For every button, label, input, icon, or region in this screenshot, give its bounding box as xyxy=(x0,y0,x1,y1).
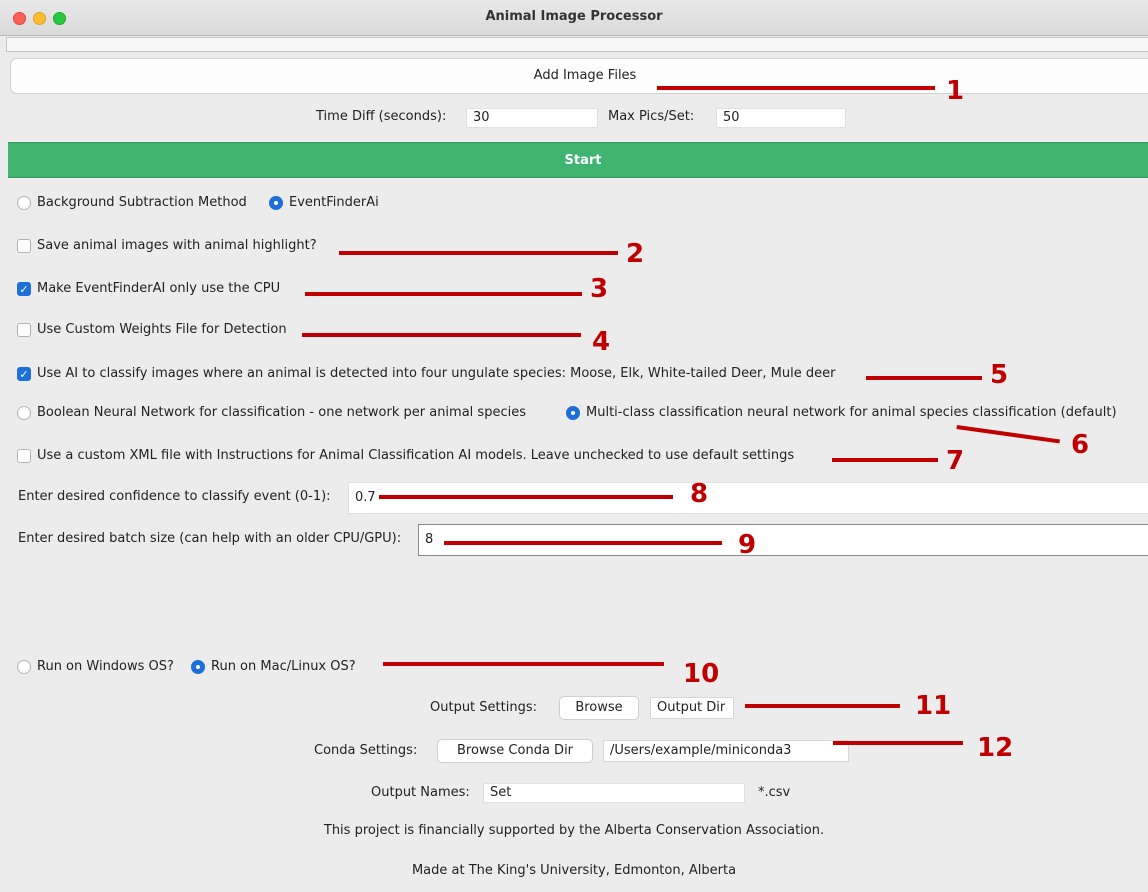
time-diff-label: Time Diff (seconds): xyxy=(316,109,447,124)
annotation-line-9 xyxy=(444,541,722,545)
batch-size-input[interactable]: 8 xyxy=(418,524,1148,556)
annotation-number-6: 6 xyxy=(1071,430,1090,460)
annotation-line-2 xyxy=(339,251,618,255)
output-browse-button[interactable]: Browse xyxy=(559,696,639,720)
windows-os-radio[interactable] xyxy=(17,660,31,674)
batch-size-label: Enter desired batch size (can help with … xyxy=(18,531,402,546)
annotation-number-11: 11 xyxy=(915,691,952,721)
mac-linux-os-radio[interactable] xyxy=(191,660,205,674)
annotation-line-12 xyxy=(833,741,963,745)
output-settings-label: Output Settings: xyxy=(430,700,537,715)
made-at-text: Made at The King's University, Edmonton,… xyxy=(411,863,737,878)
start-button[interactable]: Start xyxy=(8,142,1148,178)
custom-xml-label: Use a custom XML file with Instructions … xyxy=(37,448,795,463)
confidence-label: Enter desired confidence to classify eve… xyxy=(18,489,331,504)
eventfinderai-label: EventFinderAi xyxy=(289,195,379,210)
cpu-only-label: Make EventFinderAI only use the CPU xyxy=(37,281,281,296)
annotation-line-10 xyxy=(383,662,664,666)
support-text: This project is financially supported by… xyxy=(323,823,825,838)
classify-checkbox[interactable]: ✓ xyxy=(17,367,31,381)
custom-weights-checkbox[interactable] xyxy=(17,323,31,337)
max-pics-label: Max Pics/Set: xyxy=(608,109,695,124)
annotation-number-1: 1 xyxy=(946,76,965,106)
annotation-line-8 xyxy=(379,495,673,499)
annotation-number-2: 2 xyxy=(626,239,645,269)
top-strip xyxy=(6,37,1148,52)
time-diff-input[interactable]: 30 xyxy=(466,108,598,128)
output-dir-field[interactable]: Output Dir xyxy=(650,697,734,719)
max-pics-input[interactable]: 50 xyxy=(716,108,846,128)
annotation-line-1 xyxy=(657,86,935,90)
annotation-number-9: 9 xyxy=(738,530,757,560)
eventfinderai-radio[interactable] xyxy=(269,196,283,210)
annotation-number-3: 3 xyxy=(590,274,609,304)
annotation-number-5: 5 xyxy=(990,360,1009,390)
browse-conda-dir-button[interactable]: Browse Conda Dir xyxy=(437,739,593,763)
annotation-number-4: 4 xyxy=(592,327,611,357)
annotation-line-7 xyxy=(832,458,938,462)
mac-linux-os-label: Run on Mac/Linux OS? xyxy=(211,659,356,674)
boolean-network-radio[interactable] xyxy=(17,406,31,420)
annotation-line-3 xyxy=(305,292,582,296)
custom-weights-label: Use Custom Weights File for Detection xyxy=(37,322,287,337)
save-highlight-checkbox[interactable] xyxy=(17,239,31,253)
background-subtraction-radio[interactable] xyxy=(17,196,31,210)
csv-suffix-label: *.csv xyxy=(758,785,791,800)
annotation-number-12: 12 xyxy=(977,733,1014,763)
multiclass-network-radio[interactable] xyxy=(566,406,580,420)
multiclass-network-label: Multi-class classification neural networ… xyxy=(586,405,1117,420)
save-highlight-label: Save animal images with animal highlight… xyxy=(37,238,317,253)
conda-settings-label: Conda Settings: xyxy=(314,743,418,758)
cpu-only-checkbox[interactable]: ✓ xyxy=(17,282,31,296)
window-title: Animal Image Processor xyxy=(485,9,663,24)
conda-path-field[interactable]: /Users/example/miniconda3 xyxy=(603,740,849,762)
add-image-files-button[interactable]: Add Image Files xyxy=(10,58,1148,94)
annotation-line-4 xyxy=(302,333,581,337)
custom-xml-checkbox[interactable] xyxy=(17,449,31,463)
annotation-number-8: 8 xyxy=(690,479,709,509)
annotation-line-5 xyxy=(866,376,982,380)
annotation-number-10: 10 xyxy=(683,659,720,689)
annotation-number-7: 7 xyxy=(946,446,965,476)
classify-label: Use AI to classify images where an anima… xyxy=(37,366,836,381)
boolean-network-label: Boolean Neural Network for classificatio… xyxy=(37,405,526,420)
annotation-line-6 xyxy=(956,425,1060,444)
windows-os-label: Run on Windows OS? xyxy=(37,659,174,674)
output-names-input[interactable]: Set xyxy=(483,783,745,803)
annotation-line-11 xyxy=(745,704,900,708)
background-subtraction-label: Background Subtraction Method xyxy=(37,195,247,210)
output-names-label: Output Names: xyxy=(371,785,470,800)
